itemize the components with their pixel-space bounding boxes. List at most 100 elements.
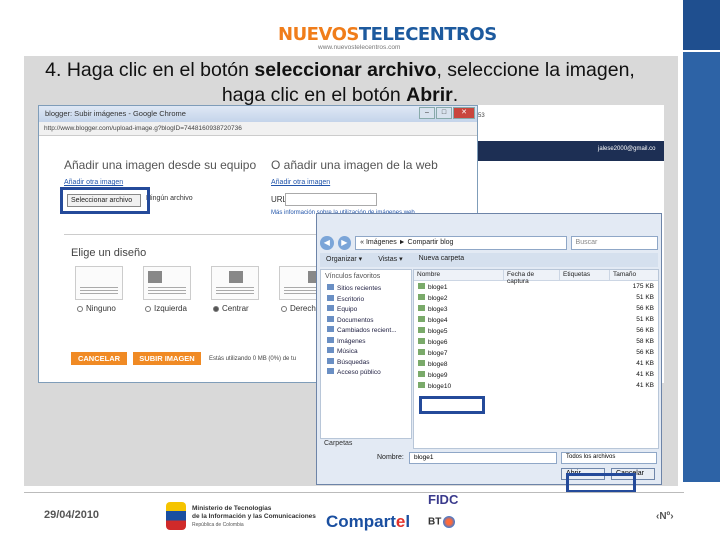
image-file-icon [418,282,425,289]
ministry-sub: República de Colombia [192,522,244,528]
folder-icon [327,336,334,343]
layout-thumbnails [75,266,327,300]
heading-add-local: Añadir una imagen desde su equipo [64,158,257,172]
blog-email: jalese2000@gmail.co [598,146,656,152]
cancel-upload-button[interactable]: CANCELAR [71,352,127,365]
image-file-icon [418,370,425,377]
search-input[interactable]: Buscar [570,236,659,250]
file-name: bloge3 [428,305,448,313]
file-row[interactable]: bloge3 56 KB [414,303,658,314]
organize-menu[interactable]: Organizar ▾ [326,255,362,265]
file-open-dialog: ◀ ▶ « Imágenes ► Compartir blog Buscar O… [316,213,662,485]
layout-thumb-none[interactable] [75,266,123,300]
blog-number: 53 [478,113,485,119]
nav-item-computer[interactable]: Equipo [321,304,411,315]
file-name: bloge5 [428,327,448,335]
layout-thumb-center[interactable] [211,266,259,300]
nav-item-desktop[interactable]: Escritorio [321,294,411,305]
nav-item-recent[interactable]: Sitios recientes [321,283,411,294]
window-title: blogger: Subir imágenes - Google Chrome [45,109,186,118]
file-size: 56 KB [636,349,654,356]
col-tags[interactable]: Etiquetas [560,270,610,280]
folder-icon [327,305,334,311]
layout-thumb-left[interactable] [143,266,191,300]
highlight-open-button [566,473,636,493]
upload-image-button[interactable]: SUBIR IMAGEN [133,352,201,365]
file-size: 175 KB [632,283,654,290]
radio-center[interactable]: Centrar [213,304,277,313]
radio-left[interactable]: Izquierda [145,304,209,313]
file-row[interactable]: bloge10 41 KB [414,380,658,391]
file-list: Nombre Fecha de captura Etiquetas Tamaño… [413,269,659,449]
heading-add-web: O añadir una imagen de la web [271,158,438,172]
folder-icon [327,294,334,301]
file-name: bloge4 [428,316,448,324]
file-size: 51 KB [636,316,654,323]
file-row[interactable]: bloge6 58 KB [414,336,658,347]
add-other-web-link[interactable]: Añadir otra imagen [271,179,330,186]
file-name: bloge1 [428,283,448,291]
file-size: 41 KB [636,360,654,367]
filename-input[interactable]: bloge1 [409,452,557,464]
instruction-bold-select: seleccionar archivo [254,59,437,81]
file-row[interactable]: bloge5 56 KB [414,325,658,336]
file-row[interactable]: bloge7 56 KB [414,347,658,358]
maximize-button[interactable]: □ [436,107,452,119]
minimize-button[interactable]: – [419,107,435,119]
folder-icon [327,326,334,332]
file-name: bloge8 [428,360,448,368]
logo-part-telecentros: TELECENTROS [358,24,497,45]
file-row[interactable]: bloge1 175 KB [414,281,658,292]
col-size[interactable]: Tamaño [610,270,658,280]
close-button[interactable]: ✕ [453,107,475,119]
url-input[interactable] [285,193,377,206]
folders-toggle[interactable]: Carpetas [320,440,412,450]
instruction-bold-open: Abrir [406,84,453,106]
file-size: 58 KB [636,338,654,345]
forward-arrow-icon[interactable]: ▶ [337,236,352,250]
folder-icon [327,315,334,322]
nav-item-music[interactable]: Música [321,346,411,357]
colombia-crest-icon [166,502,186,530]
file-name: bloge2 [428,294,448,302]
file-type-select[interactable]: Todos los archivos [561,452,657,464]
views-menu[interactable]: Vistas ▾ [378,255,402,265]
nav-item-pictures[interactable]: Imágenes [321,336,411,347]
image-file-icon [418,359,425,366]
col-name[interactable]: Nombre [414,270,504,280]
file-size: 56 KB [636,305,654,312]
path-breadcrumb[interactable]: « Imágenes ► Compartir blog [355,236,567,250]
file-row[interactable]: bloge8 41 KB [414,358,658,369]
dialog-toolbar: Organizar ▾ Vistas ▾ Nueva carpeta [320,253,658,267]
file-name: bloge6 [428,338,448,346]
nav-item-searches[interactable]: Búsquedas [321,357,411,368]
nav-item-documents[interactable]: Documentos [321,315,411,326]
window-titlebar: blogger: Subir imágenes - Google Chrome … [39,106,477,122]
folder-icon [327,347,334,353]
folder-icon [327,357,334,364]
instruction-prefix: 4. Haga clic en el botón [45,59,255,81]
file-row[interactable]: bloge4 51 KB [414,314,658,325]
radio-none[interactable]: Ninguno [77,304,141,313]
address-bar[interactable]: http://www.blogger.com/upload-image.g?bl… [39,122,477,136]
image-file-icon [418,348,425,355]
fidc-logo: FIDC [428,492,459,507]
file-size: 51 KB [636,294,654,301]
dialog-nav-bar: ◀ ▶ « Imágenes ► Compartir blog Buscar [320,234,659,252]
no-file-label: Ningún archivo [146,195,193,202]
col-date[interactable]: Fecha de captura [504,270,560,285]
add-other-local-link[interactable]: Añadir otra imagen [64,179,123,186]
decorative-strip [683,0,720,50]
nav-item-recently-changed[interactable]: Cambiados recient... [321,325,411,336]
file-name: bloge7 [428,349,448,357]
decorative-strip-lower [683,52,720,482]
ministry-logo: Ministerio de Tecnologías de la Informaci… [166,502,316,532]
image-file-icon [418,337,425,344]
nav-item-public[interactable]: Acceso público [321,367,411,378]
file-row[interactable]: bloge9 41 KB [414,369,658,380]
filename-label: Nombre: [377,454,404,461]
back-arrow-icon[interactable]: ◀ [320,236,334,250]
new-folder-button[interactable]: Nueva carpeta [419,255,465,265]
layout-radios: Ninguno Izquierda Centrar Derecha [77,304,345,313]
file-row[interactable]: bloge2 51 KB [414,292,658,303]
